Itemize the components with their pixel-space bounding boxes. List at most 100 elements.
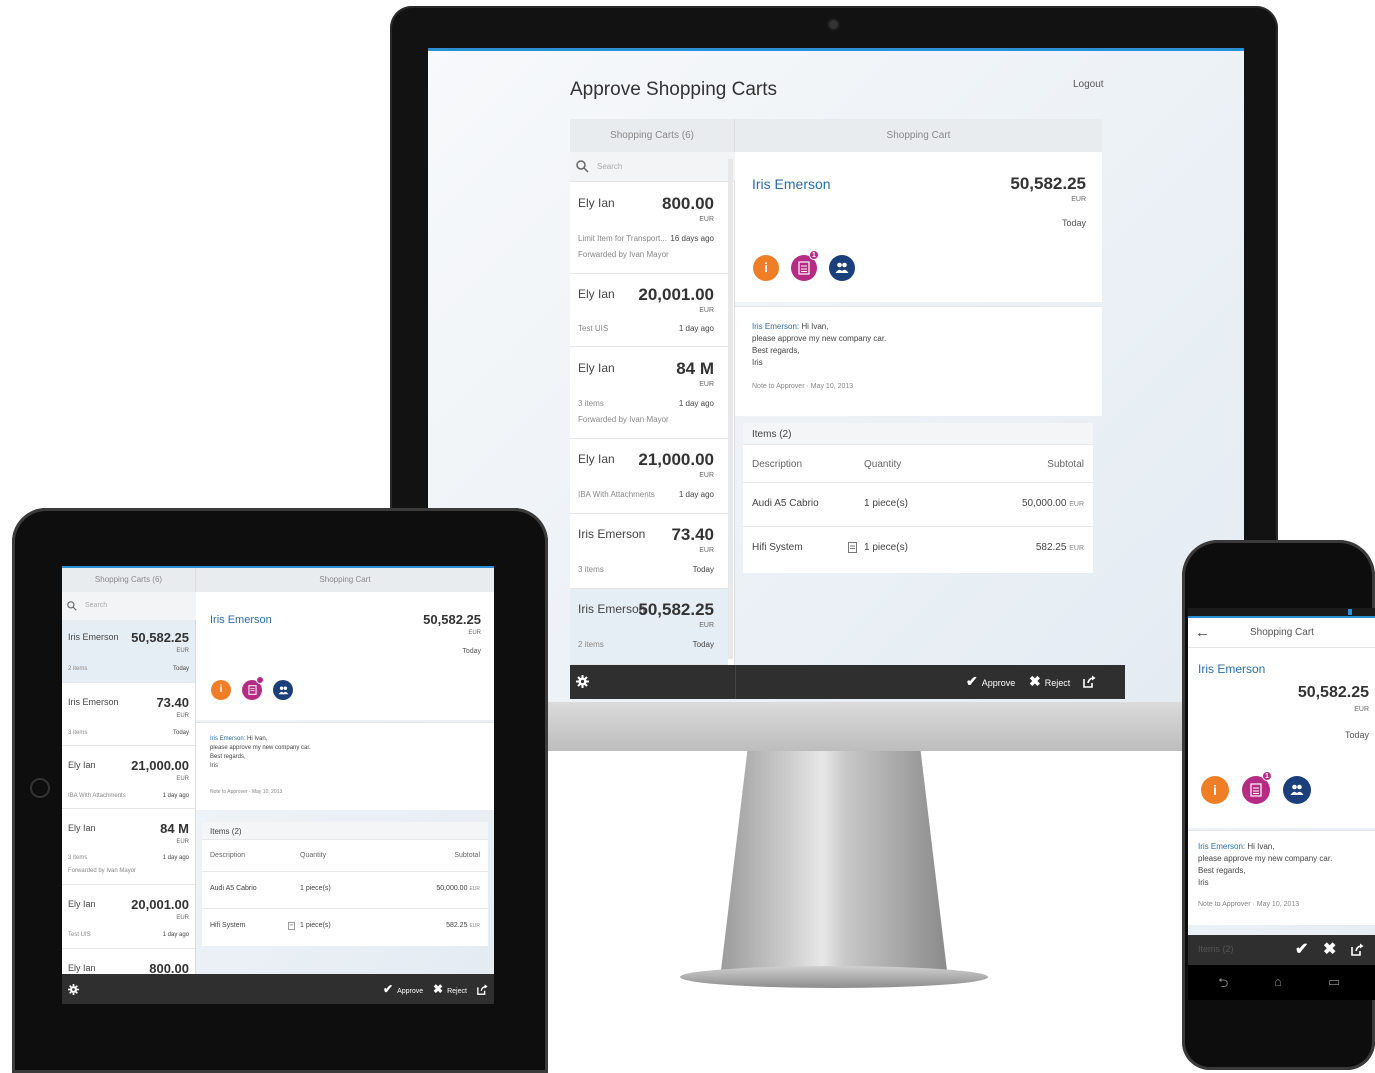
approvers-icon[interactable] <box>273 680 293 700</box>
note-icon[interactable] <box>288 922 295 930</box>
cart-list-item[interactable]: Iris Emerson 73.40 EUR 3 items Today <box>570 514 728 589</box>
note-line: Best regards, <box>752 346 800 355</box>
home-nav-icon[interactable]: ⌂ <box>1274 974 1282 989</box>
detail-header: Shopping Cart <box>735 119 1102 152</box>
settings-gear-icon[interactable] <box>68 984 79 995</box>
back-arrow-icon[interactable]: ← <box>1195 624 1210 641</box>
android-nav-bar: ⮌ ⌂ ▭ <box>1188 965 1375 1000</box>
requester-name: Iris Emerson <box>210 614 272 626</box>
notes-count-badge <box>256 676 264 684</box>
cart-list-item[interactable]: Ely Ian 21,000.00 EUR IBA With Attachmen… <box>570 439 728 514</box>
cart-list-item-selected[interactable]: Iris Emerson 50,582.25 EUR 2 items Today <box>570 589 728 665</box>
tablet-list-header: Shopping Carts (6) <box>62 568 196 592</box>
phone-header: ← Shopping Cart <box>1188 616 1375 648</box>
footer-divider <box>735 665 736 699</box>
search-input[interactable]: Search <box>85 602 107 609</box>
tablet-cart-list: Shopping Carts (6) Search Iris Emerson 5… <box>62 568 196 979</box>
tablet-search-bar[interactable]: Search <box>62 592 196 620</box>
people-icon <box>835 262 849 273</box>
share-icon[interactable] <box>1351 943 1364 956</box>
items-title-row: Items (2) <box>202 822 488 840</box>
col-description: Description <box>752 459 803 470</box>
approver-note: Iris Emerson: Hi Ivan, please approve my … <box>1188 830 1375 925</box>
search-icon <box>67 601 77 611</box>
footer-toolbar: ✔ Approve ✖ Reject <box>570 665 1125 699</box>
table-row[interactable]: Audi A5 Cabrio 1 piece(s) 50,000.00 EUR <box>202 872 488 909</box>
reject-button[interactable]: ✖ Reject <box>1029 673 1070 690</box>
cart-total: 50,582.25 <box>423 612 481 627</box>
detail-summary: Iris Emerson 50,582.25 EUR Today i 1 <box>735 152 1102 302</box>
table-row[interactable]: Audi A5 Cabrio 1 piece(s) 50,000.00 EUR <box>743 483 1093 527</box>
notepad-icon <box>247 685 257 695</box>
search-bar[interactable]: Search <box>570 152 735 182</box>
x-icon: ✖ <box>1323 941 1337 958</box>
back-nav-icon[interactable]: ⮌ <box>1218 974 1228 996</box>
col-quantity: Quantity <box>864 459 902 470</box>
notepad-icon <box>798 261 810 275</box>
checkmark-icon: ✔ <box>966 673 978 689</box>
status-bar <box>1188 608 1375 616</box>
x-icon: ✖ <box>1029 673 1041 689</box>
info-icon[interactable]: i <box>211 680 231 700</box>
recent-apps-icon[interactable]: ▭ <box>1328 974 1340 990</box>
reject-button[interactable]: ✖ Reject <box>433 982 467 996</box>
reject-button[interactable]: ✖ <box>1323 939 1336 959</box>
items-title: Items (2) <box>752 429 792 440</box>
phone-detail-summary: Iris Emerson 50,582.25 EUR Today i 1 <box>1188 648 1375 828</box>
info-icon[interactable]: i <box>753 255 779 281</box>
phone-footer-toolbar: Items (2) ✔ ✖ <box>1188 935 1375 965</box>
notes-count-badge: 1 <box>809 250 819 260</box>
share-icon[interactable] <box>1083 675 1096 688</box>
cart-currency: EUR <box>1354 706 1369 713</box>
approvers-icon[interactable] <box>829 255 855 281</box>
cart-list-item[interactable]: Ely Ian 800.00 EUR Limit Item for Transp… <box>570 182 728 274</box>
list-header: Shopping Carts (6) <box>570 119 735 152</box>
note-text: Iris Emerson: Hi Ivan, please approve my … <box>1198 842 1333 887</box>
people-icon <box>278 686 288 695</box>
cart-list-item[interactable]: Ely Ian 84 M EUR 3 items 1 day ago Forwa… <box>62 809 195 885</box>
list-scrollbar[interactable] <box>728 159 733 659</box>
requester-name: Iris Emerson <box>752 176 831 192</box>
checkmark-icon: ✔ <box>383 982 394 996</box>
cart-list-item[interactable]: Iris Emerson 73.40 EUR 3 items Today <box>62 683 195 746</box>
camera-icon <box>829 20 838 29</box>
approve-button[interactable]: ✔ Approve <box>383 982 423 996</box>
settings-gear-icon[interactable] <box>576 675 589 688</box>
approve-button[interactable]: ✔ Approve <box>966 673 1015 690</box>
note-meta: Note to Approver · May 10, 2013 <box>210 789 283 795</box>
cart-currency: EUR <box>468 630 481 636</box>
tablet-cart-detail: Shopping Cart Iris Emerson 50,582.25 EUR… <box>196 568 494 974</box>
table-row[interactable]: Hifi System 1 piece(s) 582.25 EUR <box>743 527 1093 571</box>
search-input[interactable]: Search <box>597 162 622 171</box>
table-header-row: Description Quantity Subtotal <box>202 842 488 872</box>
approvers-icon[interactable] <box>1283 776 1311 804</box>
note-text: Iris Emerson: Hi Ivan, please approve my … <box>752 321 886 369</box>
logout-link[interactable]: Logout <box>1073 79 1104 90</box>
items-table: Items (2) Description Quantity Subtotal … <box>743 423 1093 573</box>
cart-list-panel: Shopping Carts (6) Search Ely Ian 800.00… <box>570 119 735 665</box>
cart-list-item[interactable]: Ely Ian 20,001.00 EUR Test UIS 1 day ago <box>62 885 195 949</box>
cart-date: Today <box>1344 730 1369 740</box>
approver-note: Iris Emerson: Hi Ivan, please approve my … <box>735 306 1102 416</box>
note-icon[interactable] <box>848 542 857 553</box>
table-row[interactable]: Hifi System 1 piece(s) 582.25 EUR <box>202 909 488 946</box>
note-line: Iris <box>752 358 763 367</box>
notepad-icon <box>1250 783 1262 797</box>
cart-list-item-selected[interactable]: Iris Emerson 50,582.25 EUR 2 items Today <box>62 620 195 683</box>
note-line: please approve my new company car. <box>752 334 887 343</box>
checkmark-icon: ✔ <box>1295 941 1309 958</box>
note-meta: Note to Approver · May 10, 2013 <box>1198 901 1300 908</box>
tablet-detail-header: Shopping Cart <box>196 568 494 592</box>
approve-button[interactable]: ✔ <box>1295 939 1308 959</box>
share-icon[interactable] <box>477 984 488 995</box>
phone-screen: ← Shopping Cart Iris Emerson 50,582.25 E… <box>1188 608 1375 1000</box>
table-header-row: Description Quantity Subtotal <box>743 447 1093 483</box>
note-sender: Iris Emerson: <box>752 322 800 331</box>
cart-list-item[interactable]: Ely Ian 84 M EUR 3 items 1 day ago Forwa… <box>570 347 728 439</box>
tablet-device: Shopping Carts (6) Search Iris Emerson 5… <box>12 508 548 1073</box>
desktop-screen: Approve Shopping Carts Logout Shopping C… <box>428 48 1244 702</box>
notes-count-badge: 1 <box>1262 771 1272 781</box>
cart-list-item[interactable]: Ely Ian 21,000.00 EUR IBA With Attachmen… <box>62 746 195 809</box>
cart-list-item[interactable]: Ely Ian 20,001.00 EUR Test UIS 1 day ago <box>570 274 728 347</box>
info-icon[interactable]: i <box>1201 776 1229 804</box>
